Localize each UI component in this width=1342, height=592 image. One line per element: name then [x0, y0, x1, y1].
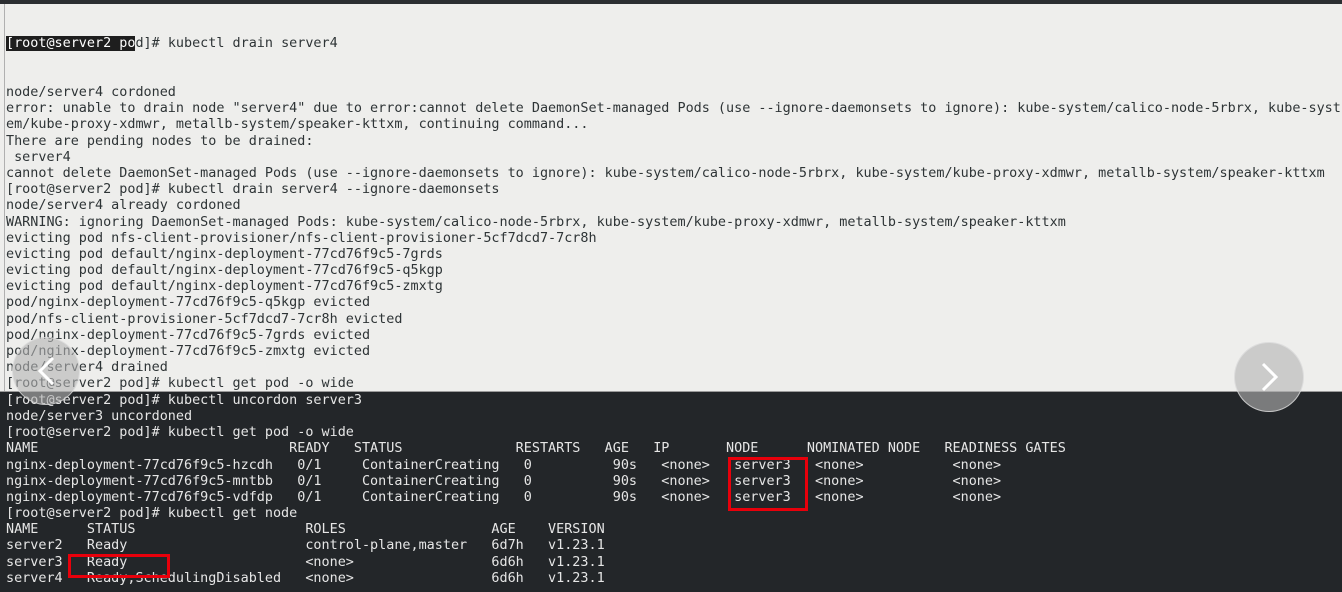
- terminal-output: [root@server2 pod]# kubectl drain server…: [6, 4, 1341, 392]
- terminal-line: node/server3 uncordoned: [6, 408, 193, 424]
- terminal-line: WARNING: ignoring DaemonSet-managed Pods…: [6, 214, 1066, 230]
- terminal-line: evicting pod default/nginx-deployment-77…: [6, 279, 443, 295]
- terminal-line: [root@server2 pod]# kubectl drain server…: [6, 182, 500, 198]
- terminal-line: pod/nginx-deployment-77cd76f9c5-zmxtg ev…: [6, 344, 371, 359]
- terminal-line: [root@server2 pod]# kubectl get pod -o w…: [6, 376, 354, 392]
- terminal-line: nginx-deployment-77cd76f9c5-hzcdh 0/1 Co…: [6, 457, 1002, 473]
- terminal-line: evicting pod default/nginx-deployment-77…: [6, 246, 443, 262]
- terminal-line: em/kube-proxy-xdmwr, metallb-system/spea…: [6, 117, 589, 133]
- terminal-line: server2 Ready control-plane,master 6d7h …: [6, 538, 605, 554]
- highlight-box-node-column: [728, 457, 808, 511]
- chevron-right-icon: [1261, 362, 1279, 392]
- selected-text[interactable]: [root@server2 po: [6, 36, 136, 52]
- next-image-button[interactable]: [1234, 342, 1304, 412]
- terminal-line: nginx-deployment-77cd76f9c5-vdfdp 0/1 Co…: [6, 489, 1002, 505]
- terminal-line: evicting pod nfs-client-provisioner/nfs-…: [6, 230, 597, 246]
- terminal-line: pod/nfs-client-provisioner-5cf7dcd7-7cr8…: [6, 311, 403, 327]
- terminal-line: [root@server2 pod]# kubectl get node: [6, 506, 298, 522]
- terminal-bottom-pane[interactable]: [root@server2 pod]# kubectl uncordon ser…: [0, 392, 1342, 592]
- terminal-top-pane[interactable]: [root@server2 pod]# kubectl drain server…: [0, 0, 1342, 392]
- terminal-line: pod/nginx-deployment-77cd76f9c5-7grds ev…: [6, 327, 371, 343]
- terminal-line: pod/nginx-deployment-77cd76f9c5-q5kgp ev…: [6, 295, 371, 311]
- terminal-line: NAME READY STATUS RESTARTS AGE IP NODE N…: [6, 441, 1066, 457]
- terminal-line: cannot delete DaemonSet-managed Pods (us…: [6, 165, 1325, 181]
- previous-image-button[interactable]: [12, 337, 80, 405]
- terminal-line: evicting pod default/nginx-deployment-77…: [6, 263, 443, 279]
- terminal-line: [root@server2 pod]# kubectl drain server…: [6, 36, 1341, 52]
- chevron-left-icon: [37, 356, 55, 386]
- terminal-line: error: unable to drain node "server4" du…: [6, 101, 1341, 117]
- terminal-line: nginx-deployment-77cd76f9c5-mntbb 0/1 Co…: [6, 473, 1002, 489]
- terminal-line: node/server4 already cordoned: [6, 198, 241, 214]
- terminal-line: NAME STATUS ROLES AGE VERSION: [6, 522, 605, 538]
- terminal-line: node/server4 cordoned: [6, 85, 176, 100]
- terminal-line: server4: [6, 149, 71, 165]
- pane-border: [4, 4, 5, 391]
- terminal-line: node/server4 drained: [6, 360, 168, 376]
- highlight-box-server3-status: [68, 554, 170, 578]
- terminal-line: [root@server2 pod]# kubectl uncordon ser…: [6, 392, 362, 408]
- terminal-line: [root@server2 pod]# kubectl get pod -o w…: [6, 425, 354, 441]
- line-text: d]# kubectl drain server4: [135, 36, 338, 52]
- terminal-line: There are pending nodes to be drained:: [6, 133, 314, 149]
